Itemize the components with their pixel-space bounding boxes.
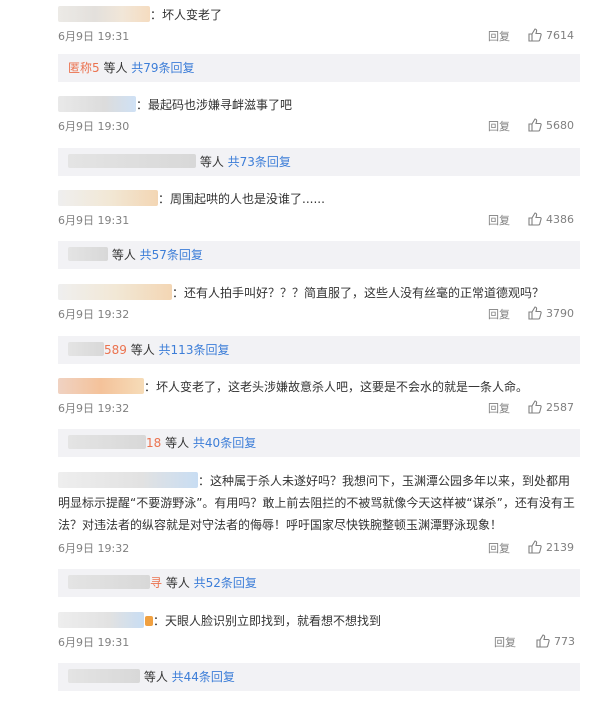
comment-item: ：周围起哄的人也是没谁了...... 6月9日 19:31 回复 4386: [58, 188, 580, 227]
username[interactable]: [58, 190, 158, 206]
sub-reply-who: 等人: [196, 155, 224, 169]
like-count: 5680: [546, 118, 574, 132]
sub-reply-count-link[interactable]: 共57条回复: [136, 248, 203, 262]
comment-meta: 6月9日 19:32 回复 2139: [58, 540, 580, 556]
thumbs-up-icon: [536, 634, 550, 648]
comment-item: ：天眼人脸识别立即找到，就看想不想找到 6月9日 19:31 回复 773: [58, 610, 580, 649]
sub-reply-who: 等人: [126, 343, 155, 357]
like-count: 3790: [546, 306, 574, 320]
sub-replies-bar[interactable]: 匿称5 等人 共79条回复: [58, 54, 580, 82]
reply-button[interactable]: 回复: [488, 306, 510, 322]
timestamp: 6月9日 19:31: [58, 30, 130, 43]
like-button[interactable]: 773: [536, 634, 575, 648]
sub-replies-bar[interactable]: 589 等人 共113条回复: [58, 336, 580, 364]
sub-reply-user[interactable]: 18: [146, 436, 161, 450]
comment-item: ：还有人拍手叫好？？？简直服了，这些人没有丝毫的正常道德观吗？ 6月9日 19:…: [58, 282, 580, 321]
comment-text: ：这种属于杀人未遂好吗？我想问下，玉渊潭公园多年以来，到处都用: [58, 470, 580, 492]
comment-text: ：坏人变老了: [58, 4, 580, 26]
sub-reply-who: 等人: [108, 248, 136, 262]
sub-reply-count-link[interactable]: 共79条回复: [127, 61, 194, 75]
reply-button[interactable]: 回复: [488, 540, 510, 556]
username[interactable]: [58, 378, 144, 394]
timestamp: 6月9日 19:32: [58, 542, 130, 555]
username[interactable]: [58, 284, 172, 300]
sub-replies-bar[interactable]: 等人 共73条回复: [58, 148, 580, 176]
comment-meta: 6月9日 19:31 回复 773: [58, 634, 580, 650]
reply-button[interactable]: 回复: [488, 212, 510, 228]
thumbs-up-icon: [528, 28, 542, 42]
sub-reply-count-link[interactable]: 共40条回复: [189, 436, 256, 450]
timestamp: 6月9日 19:31: [58, 214, 130, 227]
thumbs-up-icon: [528, 400, 542, 414]
sub-reply-count-link[interactable]: 共73条回复: [224, 155, 291, 169]
comment-text-line: 法？对违法者的纵容就是对守法者的侮辱！呼吁国家尽快铁腕整顿玉渊潭野泳现象！: [58, 518, 503, 532]
like-button[interactable]: 7614: [528, 28, 574, 42]
like-button[interactable]: 2587: [528, 400, 574, 414]
username[interactable]: [58, 472, 198, 488]
like-count: 2587: [546, 400, 574, 414]
thumbs-up-icon: [528, 212, 542, 226]
reply-button[interactable]: 回复: [488, 118, 510, 134]
comment-item: ：坏人变老了 6月9日 19:31 回复 7614: [58, 4, 580, 43]
username[interactable]: [58, 96, 136, 112]
reply-button[interactable]: 回复: [488, 400, 510, 416]
sub-reply-user[interactable]: [68, 669, 140, 683]
sub-reply-count-link[interactable]: 共44条回复: [168, 670, 235, 684]
sub-reply-who: 等人: [140, 670, 168, 684]
comment-meta: 6月9日 19:32 回复 2587: [58, 400, 580, 416]
sub-replies-bar[interactable]: 等人 共44条回复: [58, 663, 580, 691]
comment-meta: 6月9日 19:31 回复 4386: [58, 212, 580, 228]
comment-item: ：坏人变老了，这老头涉嫌故意杀人吧，这要是不会水的就是一条人命。 6月9日 19…: [58, 376, 580, 415]
sub-reply-count-link[interactable]: 共113条回复: [155, 343, 230, 357]
reply-button[interactable]: 回复: [488, 28, 510, 44]
like-button[interactable]: 3790: [528, 306, 574, 320]
sub-reply-user[interactable]: [68, 154, 196, 168]
comment-item: ：这种属于杀人未遂好吗？我想问下，玉渊潭公园多年以来，到处都用 明显标示提醒“不…: [58, 470, 580, 555]
comment-meta: 6月9日 19:32 回复 3790: [58, 306, 580, 322]
sub-reply-user[interactable]: 寻: [150, 576, 162, 590]
username[interactable]: [58, 6, 150, 22]
like-count: 773: [554, 634, 575, 648]
thumbs-up-icon: [528, 540, 542, 554]
comment-text: ：坏人变老了，这老头涉嫌故意杀人吧，这要是不会水的就是一条人命。: [58, 376, 580, 398]
reply-button[interactable]: 回复: [494, 634, 516, 650]
comment-text: ：周围起哄的人也是没谁了......: [58, 188, 580, 210]
comment-text: ：最起码也涉嫌寻衅滋事了吧: [58, 94, 580, 116]
sub-replies-bar[interactable]: 18 等人 共40条回复: [58, 429, 580, 457]
vip-badge-icon: [145, 616, 153, 626]
comment-text-line: 明显标示提醒“不要游野泳”。有用吗？敢上前去阻拦的不被骂就像今天这样被“谋杀”，…: [58, 496, 575, 510]
comment-item: ：最起码也涉嫌寻衅滋事了吧 6月9日 19:30 回复 5680: [58, 94, 580, 133]
sub-reply-user-blur[interactable]: [68, 575, 150, 589]
like-count: 7614: [546, 28, 574, 42]
timestamp: 6月9日 19:32: [58, 308, 130, 321]
like-count: 4386: [546, 212, 574, 226]
like-button[interactable]: 4386: [528, 212, 574, 226]
sub-reply-user[interactable]: [68, 247, 108, 261]
sub-reply-who: 等人: [161, 436, 190, 450]
sub-reply-who: 等人: [99, 61, 128, 75]
like-button[interactable]: 5680: [528, 118, 574, 132]
sub-reply-count-link[interactable]: 共52条回复: [190, 576, 257, 590]
sub-reply-user[interactable]: 匿称5: [68, 61, 100, 75]
sub-reply-user[interactable]: 589: [104, 343, 127, 357]
sub-reply-user-blur[interactable]: [68, 342, 104, 356]
username[interactable]: [58, 612, 144, 628]
comment-text: ：还有人拍手叫好？？？简直服了，这些人没有丝毫的正常道德观吗？: [58, 282, 580, 304]
thumbs-up-icon: [528, 118, 542, 132]
timestamp: 6月9日 19:30: [58, 120, 130, 133]
comment-text: ：天眼人脸识别立即找到，就看想不想找到: [58, 610, 580, 632]
comment-meta: 6月9日 19:31 回复 7614: [58, 28, 580, 44]
timestamp: 6月9日 19:31: [58, 636, 130, 649]
like-count: 2139: [546, 540, 574, 554]
sub-replies-bar[interactable]: 寻 等人 共52条回复: [58, 569, 580, 597]
like-button[interactable]: 2139: [528, 540, 574, 554]
sub-replies-bar[interactable]: 等人 共57条回复: [58, 241, 580, 269]
timestamp: 6月9日 19:32: [58, 402, 130, 415]
sub-reply-who: 等人: [162, 576, 190, 590]
comment-meta: 6月9日 19:30 回复 5680: [58, 118, 580, 134]
sub-reply-user-blur[interactable]: [68, 435, 146, 449]
thumbs-up-icon: [528, 306, 542, 320]
